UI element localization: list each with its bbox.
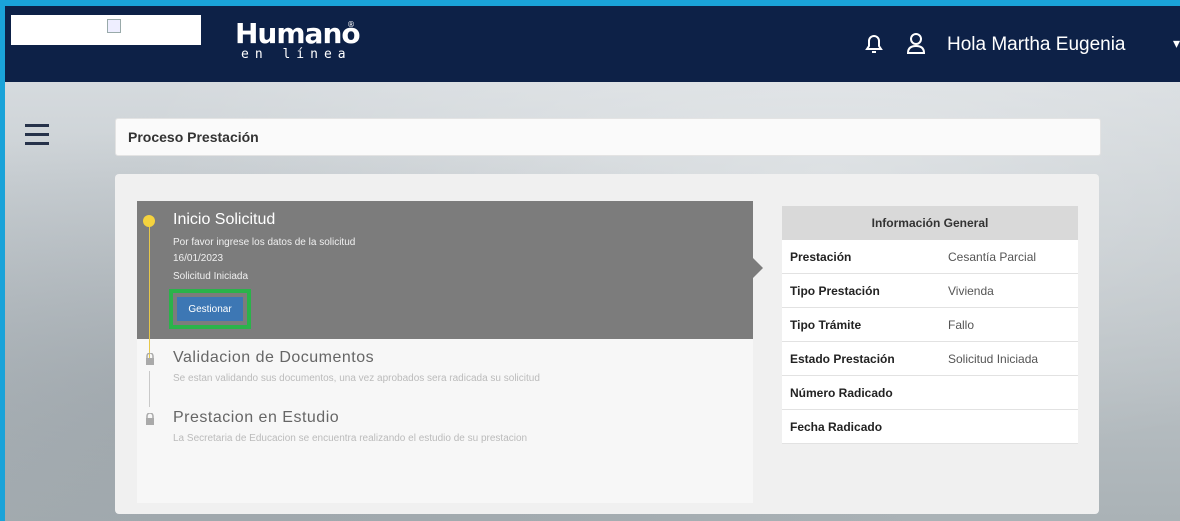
step-description: Se estan validando sus documentos, una v… [173,373,540,384]
button-highlight: Gestionar [169,289,251,329]
registered-mark: ® [347,20,355,29]
info-table: Prestación Cesantía Parcial Tipo Prestac… [782,240,1078,444]
info-value: Solicitud Iniciada [940,341,1078,376]
info-label: Prestación [782,240,940,274]
menu-icon[interactable] [25,124,49,146]
chevron-down-icon[interactable]: ▾ [1173,36,1180,52]
process-panel: Inicio Solicitud Por favor ingrese los d… [115,174,1099,514]
user-icon[interactable] [905,32,927,56]
info-label: Tipo Trámite [782,307,940,342]
step-description: Por favor ingrese los datos de la solici… [173,237,356,248]
info-label: Número Radicado [782,375,940,410]
info-label: Fecha Radicado [782,409,940,444]
user-greeting[interactable]: Hola Martha Eugenia [947,34,1126,56]
info-value: Vivienda [940,273,1078,308]
timeline-line [149,221,150,361]
logo-placeholder [11,15,201,45]
brand-name: Humano [235,17,361,50]
table-row: Fecha Radicado [782,409,1078,444]
table-row: Estado Prestación Solicitud Iniciada [782,341,1078,376]
top-header: Humano ® en línea Hola Martha Eugenia ▾ [5,6,1180,82]
info-label: Tipo Prestación [782,273,940,308]
brand-tagline: en línea [241,47,352,62]
table-row: Prestación Cesantía Parcial [782,240,1078,274]
app-frame: Humano ® en línea Hola Martha Eugenia ▾ … [5,6,1180,521]
page-title: Proceso Prestación [128,129,259,145]
table-row: Tipo Trámite Fallo [782,307,1078,342]
steps-card: Inicio Solicitud Por favor ingrese los d… [137,201,763,503]
gestionar-button[interactable]: Gestionar [177,297,243,321]
info-value [940,375,1078,410]
info-label: Estado Prestación [782,341,940,376]
broken-image-icon [107,19,121,33]
lock-icon [146,413,154,425]
step-title: Validacion de Documentos [173,349,375,366]
step-title: Prestacion en Estudio [173,409,340,426]
lock-icon [146,353,154,365]
brand-logo[interactable]: Humano ® en línea [235,17,361,62]
step-status: Solicitud Iniciada [173,271,249,282]
step-title: Inicio Solicitud [173,211,276,228]
table-row: Tipo Prestación Vivienda [782,273,1078,308]
step-active: Inicio Solicitud Por favor ingrese los d… [137,201,753,339]
page-title-bar: Proceso Prestación [115,118,1101,156]
timeline-line [149,371,150,407]
step-description: La Secretaria de Educacion se encuentra … [173,433,528,444]
info-value: Cesantía Parcial [940,240,1078,274]
step-date: 16/01/2023 [173,253,224,264]
step-dot-icon [143,215,155,227]
info-value: Fallo [940,307,1078,342]
notification-bell-icon[interactable] [863,32,885,56]
general-info-card: Información General Prestación Cesantía … [782,206,1078,444]
info-title: Información General [782,206,1078,240]
info-value [940,409,1078,444]
step-pointer [753,258,763,278]
table-row: Número Radicado [782,375,1078,410]
